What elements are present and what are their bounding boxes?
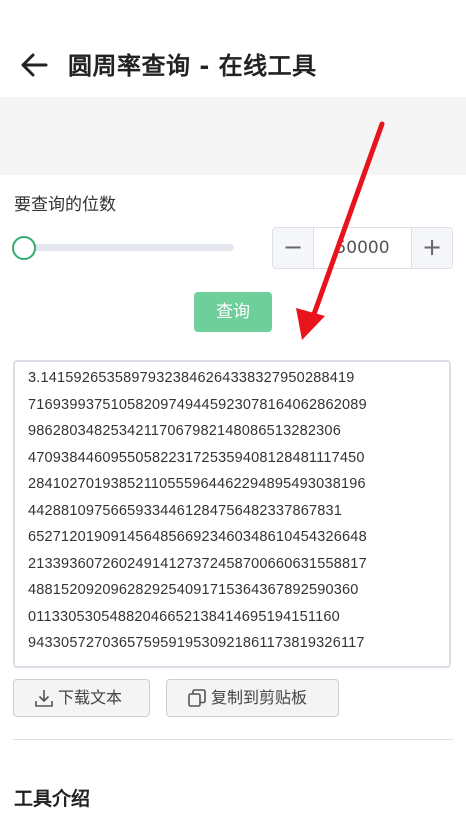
download-label: 下载文本 <box>58 688 123 707</box>
digits-slider[interactable] <box>12 236 234 260</box>
result-line: 4709384460955058223172535940812848111745… <box>28 449 365 466</box>
banner-area <box>0 97 466 175</box>
section-title-intro: 工具介绍 <box>14 788 91 810</box>
slider-track[interactable] <box>22 244 234 251</box>
result-line: 6527120190914564856692346034861045432664… <box>28 529 367 545</box>
result-line: 01133053054882046652138414695194151160 <box>28 608 340 625</box>
decrement-button[interactable]: − <box>273 228 314 268</box>
pi-result-textarea[interactable]: 3.14159265358979323846264338327950288419… <box>13 360 451 668</box>
slider-thumb[interactable] <box>12 236 36 260</box>
copy-icon <box>188 689 206 707</box>
back-arrow-icon[interactable] <box>18 48 52 82</box>
increment-button[interactable]: + <box>411 228 452 268</box>
result-line: 3.14159265358979323846264338327950288419 <box>28 370 355 386</box>
digits-input[interactable]: 50000 <box>314 228 411 268</box>
result-line: 44288109756659334461284756482337867831 <box>28 502 343 519</box>
result-line: 2841027019385211055596446229489549303819… <box>28 476 366 492</box>
divider <box>13 739 453 740</box>
copy-clipboard-button[interactable]: 复制到剪贴板 <box>166 679 339 717</box>
app-header: 圆周率查询 - 在线工具 <box>0 0 466 97</box>
result-line: 7169399375105820974944592307816406286208… <box>28 396 367 413</box>
download-icon <box>35 690 53 707</box>
query-button[interactable]: 查询 <box>194 292 272 332</box>
copy-label: 复制到剪贴板 <box>211 688 308 707</box>
result-line: 9433057270365759591953092186117381932611… <box>28 635 365 651</box>
result-line: 98628034825342117067982148086513282306 <box>28 423 341 439</box>
digits-stepper: − 50000 + <box>272 227 453 269</box>
download-text-button[interactable]: 下载文本 <box>13 679 150 717</box>
result-line: 4881520920962829254091715364367892590360 <box>28 582 359 598</box>
digits-label: 要查询的位数 <box>14 195 116 215</box>
result-line: 2133936072602491412737245870066063155881… <box>28 555 367 572</box>
page-title: 圆周率查询 - 在线工具 <box>68 52 317 80</box>
